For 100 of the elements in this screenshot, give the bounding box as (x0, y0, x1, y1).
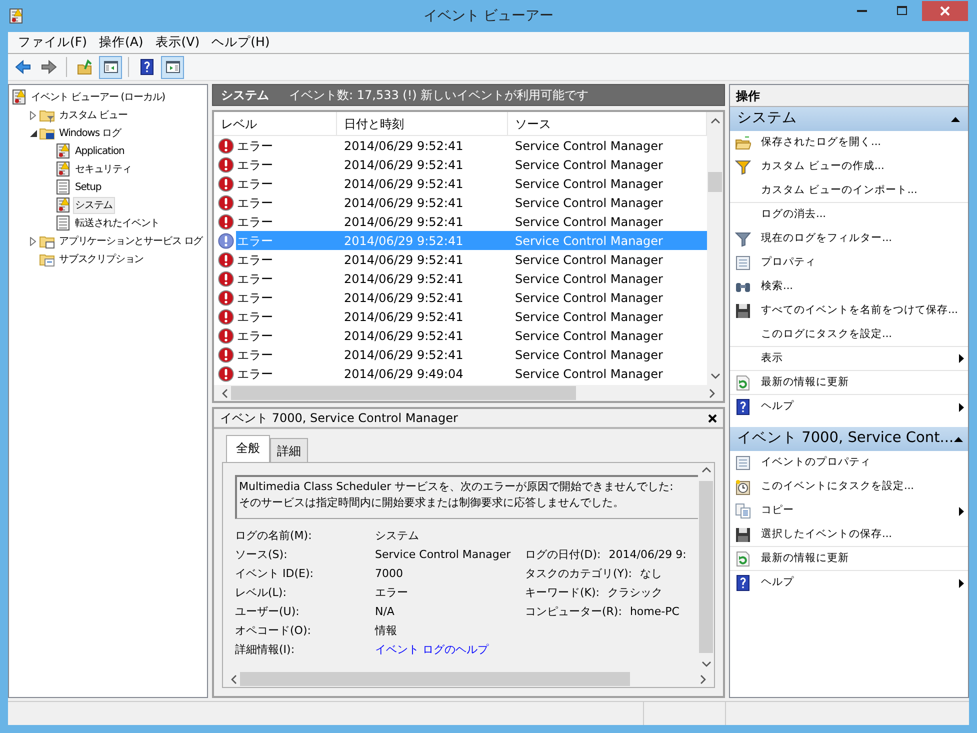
event-title: イベント 7000, Service Control Manager (220, 410, 458, 427)
scroll-right-icon[interactable] (700, 674, 706, 684)
scrollbar-thumb[interactable] (708, 172, 722, 192)
properties-icon (735, 455, 751, 471)
scroll-up-icon[interactable] (702, 467, 710, 473)
scroll-right-icon[interactable] (709, 388, 715, 398)
action-item[interactable]: 表示 (730, 347, 968, 371)
error-icon (218, 138, 234, 154)
event-row[interactable]: エラー 2014/06/29 9:52:41 Service Control Manager (214, 250, 707, 269)
expand-arrow-icon[interactable] (30, 236, 36, 246)
app-icon (8, 8, 24, 24)
notebook-icon (55, 215, 71, 231)
tree-item[interactable]: イベント ビューアー (ローカル) (29, 88, 167, 106)
error-icon (218, 270, 234, 286)
horizontal-scrollbar[interactable] (214, 385, 723, 401)
event-row[interactable]: エラー 2014/06/29 9:52:41 Service Control Manager (214, 307, 707, 326)
event-row[interactable]: エラー 2014/06/29 9:52:41 Service Control Manager (214, 288, 707, 307)
tree-item[interactable]: Setup (73, 178, 104, 196)
section-header[interactable]: システム (730, 107, 968, 131)
scroll-down-icon[interactable] (710, 373, 720, 379)
expand-arrow-icon[interactable] (30, 110, 36, 120)
close-icon (940, 6, 950, 16)
scroll-left-icon[interactable] (231, 674, 237, 684)
tree-pane-button[interactable] (99, 56, 122, 78)
action-item[interactable]: 保存されたログを開く... (730, 131, 968, 155)
tree-item[interactable]: 転送されたイベント (73, 214, 162, 232)
action-item[interactable]: ログの消去... (730, 203, 968, 227)
scrollbar-thumb[interactable] (240, 672, 630, 686)
event-row[interactable]: エラー 2014/06/29 9:52:41 Service Control Manager (214, 326, 707, 345)
scrollbar-thumb[interactable] (699, 481, 713, 653)
field-value: クラシック (608, 585, 663, 602)
field-label: ログの日付(D): (525, 547, 601, 564)
scrollbar-thumb[interactable] (231, 386, 576, 400)
scroll-left-icon[interactable] (222, 388, 228, 398)
field-value: 情報 (375, 623, 398, 640)
tree-item[interactable]: Application (73, 142, 126, 160)
tree-item[interactable]: アプリケーションとサービス ログ (57, 232, 205, 250)
log-title: システム (221, 87, 269, 104)
error-icon (218, 176, 234, 192)
event-row[interactable]: エラー 2014/06/29 9:52:41 Service Control Manager (214, 345, 707, 364)
event-row[interactable]: エラー 2014/06/29 9:52:41 Service Control Manager (214, 269, 707, 288)
event-row[interactable]: エラー 2014/06/29 9:52:41 Service Control Manager (214, 212, 707, 231)
tree-item[interactable]: カスタム ビュー (57, 106, 130, 124)
action-item[interactable]: コピー (730, 499, 968, 523)
tree-item[interactable]: セキュリティ (73, 160, 134, 178)
collapse-arrow-icon[interactable] (951, 116, 960, 122)
help-icon (735, 399, 751, 415)
log-icon (55, 143, 71, 159)
action-pane-icon (164, 59, 180, 75)
tree-item[interactable]: Windows ログ (57, 124, 123, 142)
event-row[interactable]: エラー 2014/06/29 9:49:04 Service Control Manager (214, 364, 707, 383)
action-item[interactable]: ヘルプ (730, 395, 968, 419)
event-row[interactable]: エラー 2014/06/29 9:52:41 Service Control Manager (214, 155, 707, 174)
action-item[interactable]: ヘルプ (730, 571, 968, 595)
action-item[interactable]: すべてのイベントを名前をつけて保存... (730, 299, 968, 323)
action-item[interactable]: 検索... (730, 275, 968, 299)
menu-item[interactable]: ヘルプ(H) (206, 33, 276, 52)
filter-icon (735, 159, 751, 175)
action-item[interactable]: 選択したイベントの保存... (730, 523, 968, 547)
event-row[interactable]: エラー 2014/06/29 9:52:41 Service Control Manager (214, 193, 707, 212)
horizontal-scrollbar[interactable] (223, 671, 714, 687)
filter-icon (735, 231, 751, 247)
action-item[interactable]: イベントのプロパティ (730, 451, 968, 475)
field-value: なし (640, 566, 662, 582)
actions-title: 操作 (730, 85, 968, 107)
column-header[interactable]: 日付と時刻 (337, 112, 508, 135)
action-item[interactable]: 最新の情報に更新 (730, 547, 968, 571)
event-row[interactable]: エラー 2014/06/29 9:52:41 Service Control Manager (214, 174, 707, 193)
tree-item[interactable]: システム (73, 196, 115, 214)
field-value: N/A (375, 604, 396, 620)
action-item[interactable]: 最新の情報に更新 (730, 371, 968, 395)
column-header[interactable]: レベル (214, 112, 337, 135)
action-item[interactable]: 現在のログをフィルター... (730, 227, 968, 251)
action-item[interactable]: カスタム ビューの作成... (730, 155, 968, 179)
tab[interactable]: 詳細 (270, 438, 308, 462)
collapse-arrow-icon[interactable] (954, 436, 963, 442)
field-label: ログの名前(M): (235, 528, 313, 544)
collapse-arrow-icon[interactable] (30, 130, 36, 136)
field-label: レベル(L): (235, 585, 288, 602)
vertical-scrollbar[interactable] (707, 112, 723, 385)
submenu-arrow-icon (959, 506, 964, 516)
event-row[interactable]: エラー 2014/06/29 9:52:41 Service Control Manager (214, 136, 707, 155)
field-label: コンピューター(R): (525, 604, 622, 620)
scroll-down-icon[interactable] (702, 661, 710, 667)
menu-item[interactable]: 操作(A) (92, 33, 150, 52)
tab[interactable]: 全般 (226, 435, 270, 462)
action-item[interactable]: プロパティ (730, 251, 968, 275)
menu-item[interactable]: 表示(V) (149, 33, 206, 52)
help-link[interactable]: イベント ログのヘルプ (375, 642, 525, 659)
action-item[interactable]: このログにタスクを設定... (730, 323, 968, 347)
action-item[interactable]: このイベントにタスクを設定... (730, 475, 968, 499)
menu-item[interactable]: ファイル(F) (12, 33, 93, 52)
error-icon (218, 252, 234, 268)
action-item[interactable]: カスタム ビューのインポート... (730, 179, 968, 203)
error-icon (218, 232, 234, 248)
tree-item[interactable]: サブスクリプション (57, 250, 146, 268)
section-header[interactable]: イベント 7000, Service Cont... (730, 427, 968, 451)
notebook-icon (55, 179, 71, 195)
action-pane-button[interactable] (161, 56, 184, 78)
scroll-up-icon[interactable] (710, 118, 720, 124)
